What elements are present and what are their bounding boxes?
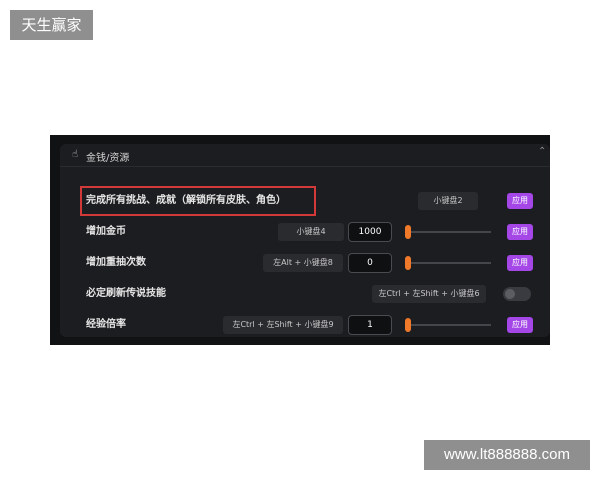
row-legendary-refresh: 必定刷新传说技能 左Ctrl + 左Shift + 小键盘6 xyxy=(60,281,550,307)
hotkey-badge[interactable]: 左Alt + 小键盘8 xyxy=(263,254,343,272)
screenshot-area: ☝ 金钱/资源 ⌃ 完成所有挑战、成就（解锁所有皮肤、角色） 小键盘2 应用 增… xyxy=(50,135,550,345)
hand-icon: ☝ xyxy=(72,149,79,160)
value-input[interactable]: 1 xyxy=(348,315,392,335)
apply-button[interactable]: 应用 xyxy=(507,255,533,271)
slider-thumb[interactable] xyxy=(405,318,411,332)
value-slider[interactable] xyxy=(405,254,491,272)
value-slider[interactable] xyxy=(405,316,491,334)
row-label: 增加金币 xyxy=(86,226,126,237)
row-label: 必定刷新传说技能 xyxy=(86,288,166,299)
apply-button[interactable]: 应用 xyxy=(507,193,533,209)
apply-button[interactable]: 应用 xyxy=(507,224,533,240)
value-input[interactable]: 0 xyxy=(348,253,392,273)
slider-thumb[interactable] xyxy=(405,256,411,270)
panel-title: 金钱/资源 xyxy=(86,153,130,164)
row-add-rerolls: 增加重抽次数 左Alt + 小键盘8 0 应用 xyxy=(60,250,550,276)
resources-panel: ☝ 金钱/资源 ⌃ 完成所有挑战、成就（解锁所有皮肤、角色） 小键盘2 应用 增… xyxy=(60,144,550,337)
hotkey-badge[interactable]: 小键盘4 xyxy=(278,223,344,241)
value-slider[interactable] xyxy=(405,223,491,241)
slider-track xyxy=(405,231,491,233)
watermark-top-left: 天生赢家 xyxy=(10,10,93,40)
hotkey-badge[interactable]: 左Ctrl + 左Shift + 小键盘6 xyxy=(372,285,486,303)
row-label: 增加重抽次数 xyxy=(86,257,146,268)
apply-button[interactable]: 应用 xyxy=(507,317,533,333)
highlight-box xyxy=(80,186,316,216)
row-add-gold: 增加金币 小键盘4 1000 应用 xyxy=(60,219,550,245)
toggle-switch[interactable] xyxy=(503,287,531,301)
row-exp-multiplier: 经验倍率 左Ctrl + 左Shift + 小键盘9 1 应用 xyxy=(60,312,550,338)
toggle-knob xyxy=(505,289,515,299)
panel-header[interactable]: ☝ 金钱/资源 ⌃ xyxy=(60,144,550,167)
slider-thumb[interactable] xyxy=(405,225,411,239)
row-label: 经验倍率 xyxy=(86,319,126,330)
hotkey-badge[interactable]: 小键盘2 xyxy=(418,192,478,210)
watermark-bottom-right: www.lt888888.com xyxy=(424,440,590,470)
slider-track xyxy=(405,324,491,326)
value-input[interactable]: 1000 xyxy=(348,222,392,242)
chevron-up-icon[interactable]: ⌃ xyxy=(538,146,546,157)
slider-track xyxy=(405,262,491,264)
hotkey-badge[interactable]: 左Ctrl + 左Shift + 小键盘9 xyxy=(223,316,343,334)
